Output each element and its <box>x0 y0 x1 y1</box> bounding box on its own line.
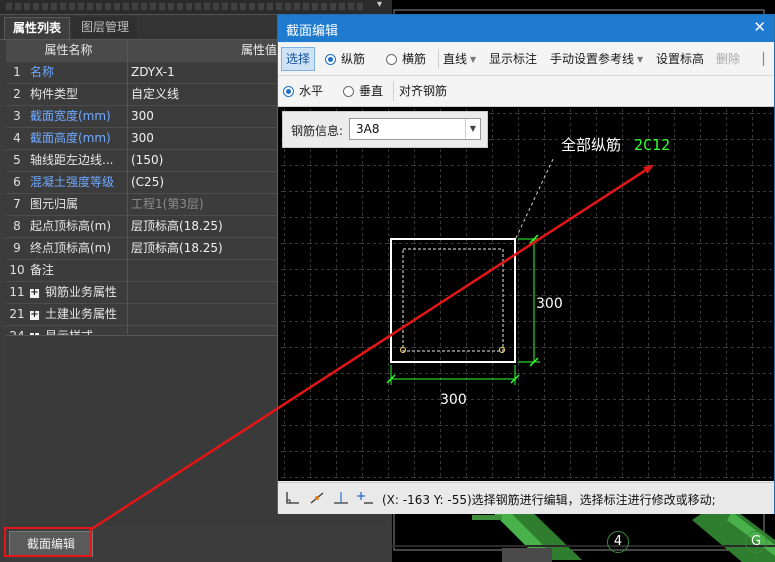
red-arrow <box>89 164 654 532</box>
annotation-arrow-overlay <box>89 164 654 532</box>
